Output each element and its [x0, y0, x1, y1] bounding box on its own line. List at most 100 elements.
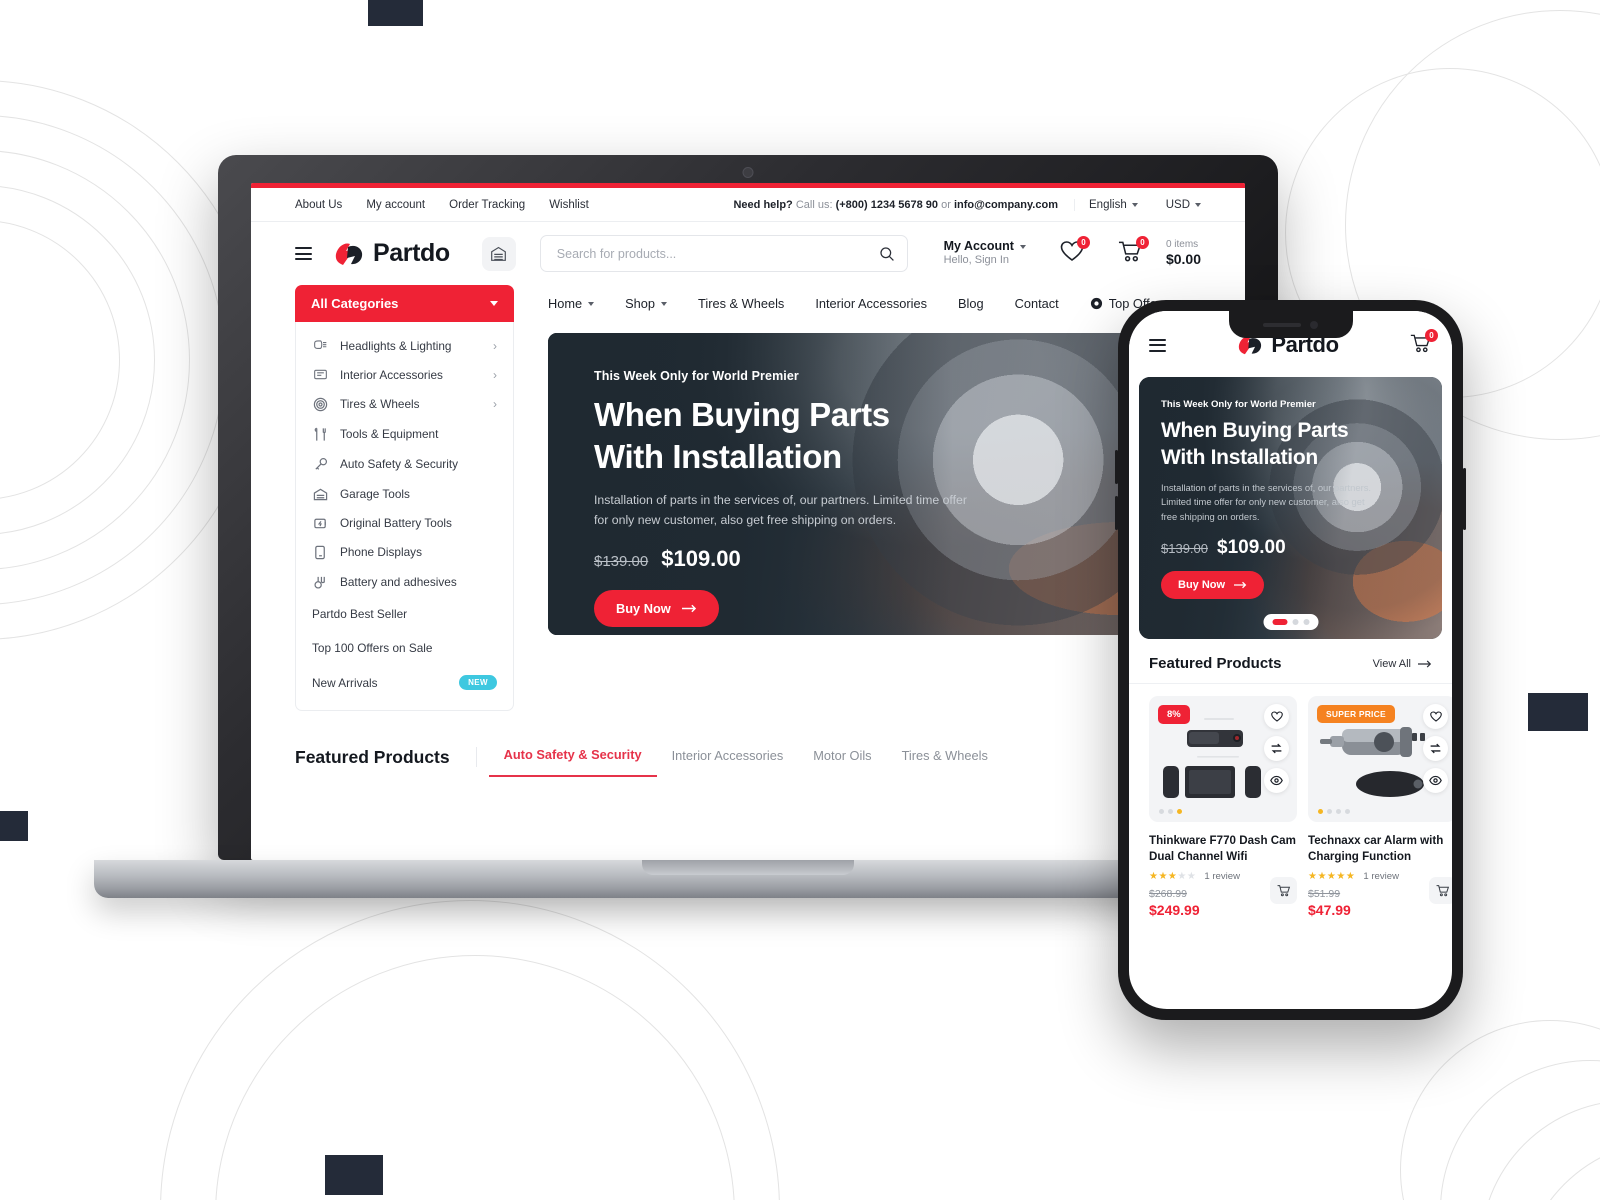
- phone-speaker: [1263, 322, 1301, 327]
- add-to-cart-button[interactable]: [1429, 877, 1452, 905]
- nav-item-shop[interactable]: Shop: [625, 296, 668, 311]
- tab-interior-accessories[interactable]: Interior Accessories: [657, 738, 799, 776]
- tab-motor-oils[interactable]: Motor Oils: [798, 738, 886, 776]
- category-item-phone-displays[interactable]: Phone Displays: [296, 537, 513, 567]
- mobile-buy-now-button[interactable]: Buy Now: [1161, 570, 1265, 599]
- nav-item-interior-accessories[interactable]: Interior Accessories: [815, 296, 927, 311]
- quick-view-button[interactable]: [1423, 768, 1448, 793]
- hero-buy-now-button[interactable]: Buy Now: [594, 590, 719, 628]
- category-item-headlights[interactable]: Headlights & Lighting ›: [296, 331, 513, 360]
- category-label: Garage Tools: [340, 486, 410, 501]
- search-bar[interactable]: [539, 235, 908, 272]
- image-dot[interactable]: [1327, 809, 1332, 814]
- image-dot[interactable]: [1159, 809, 1164, 814]
- compare-button[interactable]: [1423, 736, 1448, 761]
- product-price-new: $249.99: [1149, 902, 1200, 919]
- category-list: Headlights & Lighting › Interior Accesso…: [295, 322, 514, 711]
- menu-toggle-button[interactable]: [295, 247, 312, 260]
- nav-item-blog[interactable]: Blog: [958, 296, 984, 311]
- compare-icon: [1430, 743, 1441, 754]
- product-card[interactable]: 8% Thinkware F770 Dash Cam Dual Channel …: [1149, 696, 1297, 918]
- email-address[interactable]: info@company.com: [954, 199, 1058, 211]
- currency-selector[interactable]: USD: [1152, 199, 1201, 211]
- nav-label: Tires & Wheels: [698, 296, 785, 311]
- mobile-cart-button[interactable]: 0: [1410, 328, 1438, 358]
- phone-volume-up-button[interactable]: [1115, 450, 1118, 484]
- language-selector[interactable]: English: [1074, 198, 1152, 211]
- product-image: SUPER PRICE: [1308, 696, 1452, 822]
- search-icon[interactable]: [879, 246, 895, 262]
- garage-icon[interactable]: [481, 236, 516, 271]
- topbar-link-account[interactable]: My account: [366, 199, 425, 211]
- category-item-best-seller[interactable]: Partdo Best Seller: [296, 597, 513, 631]
- topbar-link-order-tracking[interactable]: Order Tracking: [449, 199, 525, 211]
- category-item-original-battery-tools[interactable]: Original Battery Tools: [296, 508, 513, 537]
- all-categories-button[interactable]: All Categories: [295, 285, 514, 322]
- image-dot[interactable]: [1345, 809, 1350, 814]
- carousel-dot-active[interactable]: [1272, 619, 1287, 625]
- cart-button[interactable]: 0: [1118, 236, 1149, 267]
- topbar-link-about[interactable]: About Us: [295, 199, 342, 211]
- mobile-hero-price-old: $139.00: [1161, 540, 1208, 556]
- phone-volume-down-button[interactable]: [1115, 496, 1118, 530]
- add-to-cart-button[interactable]: [1270, 877, 1297, 905]
- search-input[interactable]: [556, 246, 879, 261]
- product-image-dots[interactable]: [1159, 809, 1182, 814]
- category-sidebar: All Categories Headlights & Lighting › I…: [295, 285, 514, 711]
- product-image-dots[interactable]: [1318, 809, 1350, 814]
- account-title: My Account: [943, 238, 1014, 253]
- nav-item-home[interactable]: Home: [548, 296, 595, 311]
- category-item-interior-accessories[interactable]: Interior Accessories ›: [296, 360, 513, 389]
- mobile-hero-banner[interactable]: This Week Only for World Premier When Bu…: [1139, 377, 1442, 639]
- image-dot-active[interactable]: [1318, 809, 1323, 814]
- phone-power-button[interactable]: [1463, 468, 1466, 530]
- wishlist-button[interactable]: 0: [1060, 236, 1090, 267]
- cart-summary[interactable]: 0 items $0.00: [1166, 239, 1201, 269]
- star-rating-icon: ★★★★★: [1149, 871, 1197, 883]
- hero-description: Installation of parts in the services of…: [594, 493, 967, 527]
- tab-tires-wheels[interactable]: Tires & Wheels: [887, 738, 1003, 776]
- quick-view-button[interactable]: [1264, 768, 1289, 793]
- image-dot-active[interactable]: [1177, 809, 1182, 814]
- image-dot[interactable]: [1168, 809, 1173, 814]
- compare-button[interactable]: [1264, 736, 1289, 761]
- category-item-new-arrivals[interactable]: New Arrivals NEW: [296, 665, 513, 700]
- category-item-auto-safety[interactable]: Auto Safety & Security: [296, 449, 513, 479]
- mobile-view-all-button[interactable]: View All: [1373, 658, 1432, 670]
- account-menu[interactable]: My Account Hello, Sign In: [944, 239, 1026, 268]
- category-item-garage-tools[interactable]: Garage Tools: [296, 479, 513, 508]
- mobile-hero-carousel-dots[interactable]: [1263, 614, 1318, 630]
- topbar-link-wishlist[interactable]: Wishlist: [549, 199, 589, 211]
- cart-items-label: 0 items: [1165, 238, 1199, 250]
- nav-item-contact[interactable]: Contact: [1015, 296, 1059, 311]
- category-item-tires-wheels[interactable]: Tires & Wheels ›: [296, 389, 513, 419]
- featured-products-title: Featured Products: [295, 746, 450, 767]
- nav-item-tires-wheels[interactable]: Tires & Wheels: [698, 296, 784, 311]
- category-item-battery-adhesives[interactable]: Battery and adhesives: [296, 567, 513, 597]
- product-card[interactable]: SUPER PRICE Technaxx car Alarm with Char…: [1308, 696, 1452, 918]
- mobile-menu-toggle-button[interactable]: [1149, 338, 1166, 352]
- wishlist-button[interactable]: [1264, 704, 1289, 729]
- hero-banner[interactable]: This Week Only for World Premier When Bu…: [548, 333, 1201, 635]
- featured-tabs-bar: Featured Products Auto Safety & Security…: [251, 737, 1245, 777]
- heart-icon: [1429, 711, 1442, 722]
- category-label: New Arrivals: [312, 675, 378, 690]
- mobile-hero-price-new: $109.00: [1217, 536, 1286, 558]
- product-name[interactable]: Thinkware F770 Dash Cam Dual Channel Wif…: [1149, 833, 1297, 864]
- hero-price-old: $139.00: [594, 553, 649, 571]
- wishlist-button[interactable]: [1423, 704, 1448, 729]
- tab-auto-safety-security[interactable]: Auto Safety & Security: [488, 737, 657, 777]
- nav-label: Blog: [957, 296, 984, 311]
- phone-notch: [1228, 311, 1353, 338]
- carousel-dot[interactable]: [1303, 619, 1309, 625]
- category-label: Battery and adhesives: [340, 575, 457, 589]
- brand-logo[interactable]: Partdo: [334, 239, 450, 268]
- category-item-top-offers[interactable]: Top 100 Offers on Sale: [296, 631, 513, 665]
- desktop-site: About Us My account Order Tracking Wishl…: [251, 183, 1245, 860]
- carousel-dot[interactable]: [1292, 619, 1298, 625]
- product-name[interactable]: Technaxx car Alarm with Charging Functio…: [1308, 833, 1452, 864]
- category-item-tools-equipment[interactable]: Tools & Equipment: [296, 419, 513, 449]
- image-dot[interactable]: [1336, 809, 1341, 814]
- phone-number[interactable]: (+800) 1234 5678 90: [836, 199, 938, 211]
- chevron-down-icon: [1131, 202, 1138, 207]
